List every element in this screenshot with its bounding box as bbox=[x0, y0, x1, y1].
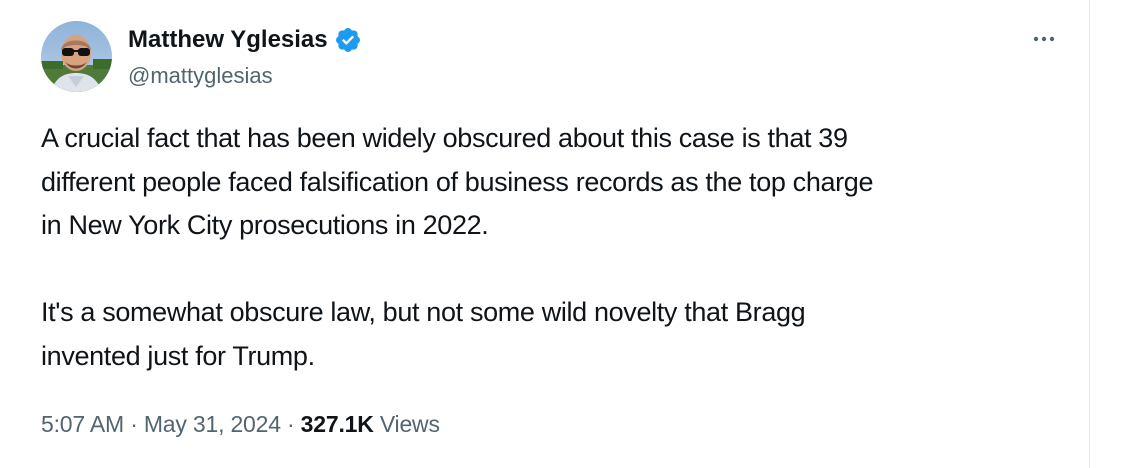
views-count: 327.1K bbox=[300, 411, 374, 437]
verified-badge-icon[interactable] bbox=[334, 26, 362, 54]
tweet-time[interactable]: 5:07 AM bbox=[41, 411, 124, 437]
meta-separator: · bbox=[280, 411, 301, 437]
author-display-name[interactable]: Matthew Yglesias bbox=[128, 25, 328, 55]
more-options-icon[interactable] bbox=[1028, 26, 1060, 52]
views-label: Views bbox=[373, 411, 440, 437]
author-avatar[interactable] bbox=[41, 21, 112, 92]
tweet-card: Matthew Yglesias @mattyglesias A crucial… bbox=[0, 0, 1090, 468]
tweet-metadata: 5:07 AM · May 31, 2024 · 327.1K Views bbox=[41, 404, 440, 444]
meta-separator: · bbox=[124, 411, 144, 437]
tweet-paragraph: It's a somewhat obscure law, but not som… bbox=[41, 297, 806, 371]
profile-photo bbox=[41, 21, 112, 92]
tweet-paragraph: A crucial fact that has been widely obsc… bbox=[41, 123, 874, 240]
tweet-text: A crucial fact that has been widely obsc… bbox=[41, 117, 1061, 378]
author-handle[interactable]: @mattyglesias bbox=[128, 62, 273, 90]
author-name-row: Matthew Yglesias bbox=[128, 24, 362, 56]
tweet-date[interactable]: May 31, 2024 bbox=[144, 411, 281, 437]
